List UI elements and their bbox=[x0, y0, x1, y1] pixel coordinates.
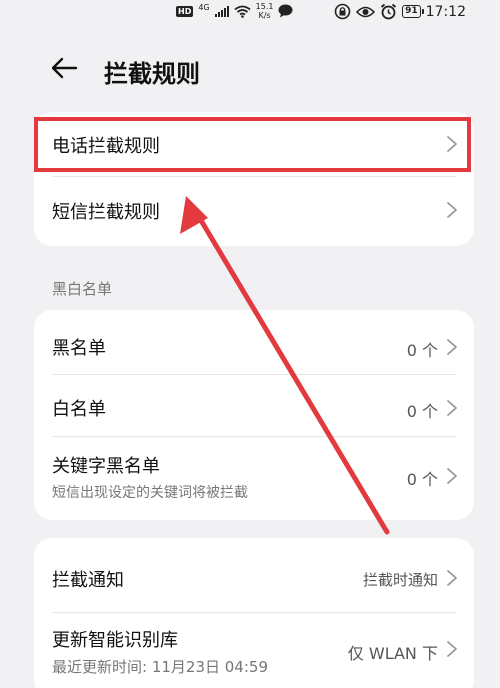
hd-icon: HD bbox=[176, 5, 194, 17]
signal-icon bbox=[214, 5, 229, 17]
blacklist-count: 0 个 bbox=[406, 341, 438, 360]
network-type: 4G bbox=[198, 2, 210, 12]
chevron-right-icon bbox=[447, 136, 457, 152]
screen: HD 4G 15.1 K/s 91 17:12 拦截规则 电话拦截规则 短信拦截… bbox=[0, 0, 500, 688]
chevron-right-icon bbox=[447, 400, 457, 416]
chevron-right-icon bbox=[447, 641, 457, 657]
alarm-icon bbox=[381, 3, 397, 20]
battery-icon: 91 bbox=[402, 5, 424, 18]
page-title: 拦截规则 bbox=[104, 60, 200, 88]
status-bar-right: 91 17:12 bbox=[334, 3, 466, 20]
update-library-value: 仅 WLAN 下 bbox=[347, 644, 438, 663]
nfc-lock-icon bbox=[334, 3, 351, 20]
status-bar-left: HD 4G 15.1 K/s bbox=[176, 2, 293, 20]
speed-value: 15.1 bbox=[255, 2, 274, 11]
sms-rules-item[interactable]: 短信拦截规则 bbox=[34, 176, 474, 242]
whitelist-label: 白名单 bbox=[52, 399, 106, 420]
intercept-notification-value: 拦截时通知 bbox=[362, 571, 438, 589]
status-bar: HD 4G 15.1 K/s 91 17:12 bbox=[0, 0, 500, 26]
whitelist-count: 0 个 bbox=[406, 402, 438, 421]
phone-rules-label: 电话拦截规则 bbox=[52, 136, 160, 157]
network-speed: 15.1 K/s bbox=[256, 2, 274, 20]
update-library-label: 更新智能识别库 bbox=[52, 630, 178, 651]
back-arrow-icon[interactable] bbox=[48, 52, 80, 84]
status-time: 17:12 bbox=[425, 3, 466, 20]
sms-rules-label: 短信拦截规则 bbox=[52, 202, 160, 223]
settings-card: 拦截通知 拦截时通知 更新智能识别库 最近更新时间: 11月23日 04:59 … bbox=[34, 538, 474, 688]
blacklist-item[interactable]: 黑名单 0 个 bbox=[34, 310, 474, 374]
intercept-notification-item[interactable]: 拦截通知 拦截时通知 bbox=[34, 538, 474, 616]
chevron-right-icon bbox=[447, 570, 457, 586]
message-icon bbox=[278, 4, 293, 18]
chevron-right-icon bbox=[447, 339, 457, 355]
keyword-blacklist-label: 关键字黑名单 bbox=[52, 456, 160, 477]
eye-icon bbox=[356, 6, 376, 17]
keyword-blacklist-item[interactable]: 关键字黑名单 短信出现设定的关键词将被拦截 0 个 bbox=[34, 436, 474, 520]
update-library-item[interactable]: 更新智能识别库 最近更新时间: 11月23日 04:59 仅 WLAN 下 bbox=[34, 612, 474, 688]
keyword-blacklist-count: 0 个 bbox=[406, 470, 438, 489]
header: 拦截规则 bbox=[0, 40, 500, 100]
intercept-notification-label: 拦截通知 bbox=[52, 570, 124, 591]
keyword-blacklist-description: 短信出现设定的关键词将被拦截 bbox=[52, 485, 248, 501]
phone-rules-item[interactable]: 电话拦截规则 bbox=[34, 112, 474, 176]
lists-card: 黑名单 0 个 白名单 0 个 关键字黑名单 短信出现设定的关键词将被拦截 0 … bbox=[34, 310, 474, 520]
blacklist-section-title: 黑白名单 bbox=[52, 280, 113, 298]
whitelist-item[interactable]: 白名单 0 个 bbox=[34, 374, 474, 436]
wifi-icon bbox=[234, 5, 251, 18]
update-library-last-update: 最近更新时间: 11月23日 04:59 bbox=[52, 658, 268, 676]
speed-unit: K/s bbox=[258, 11, 271, 20]
chevron-right-icon bbox=[447, 202, 457, 218]
chevron-right-icon bbox=[447, 468, 457, 484]
rules-card: 电话拦截规则 短信拦截规则 bbox=[34, 112, 474, 246]
blacklist-label: 黑名单 bbox=[52, 338, 106, 359]
